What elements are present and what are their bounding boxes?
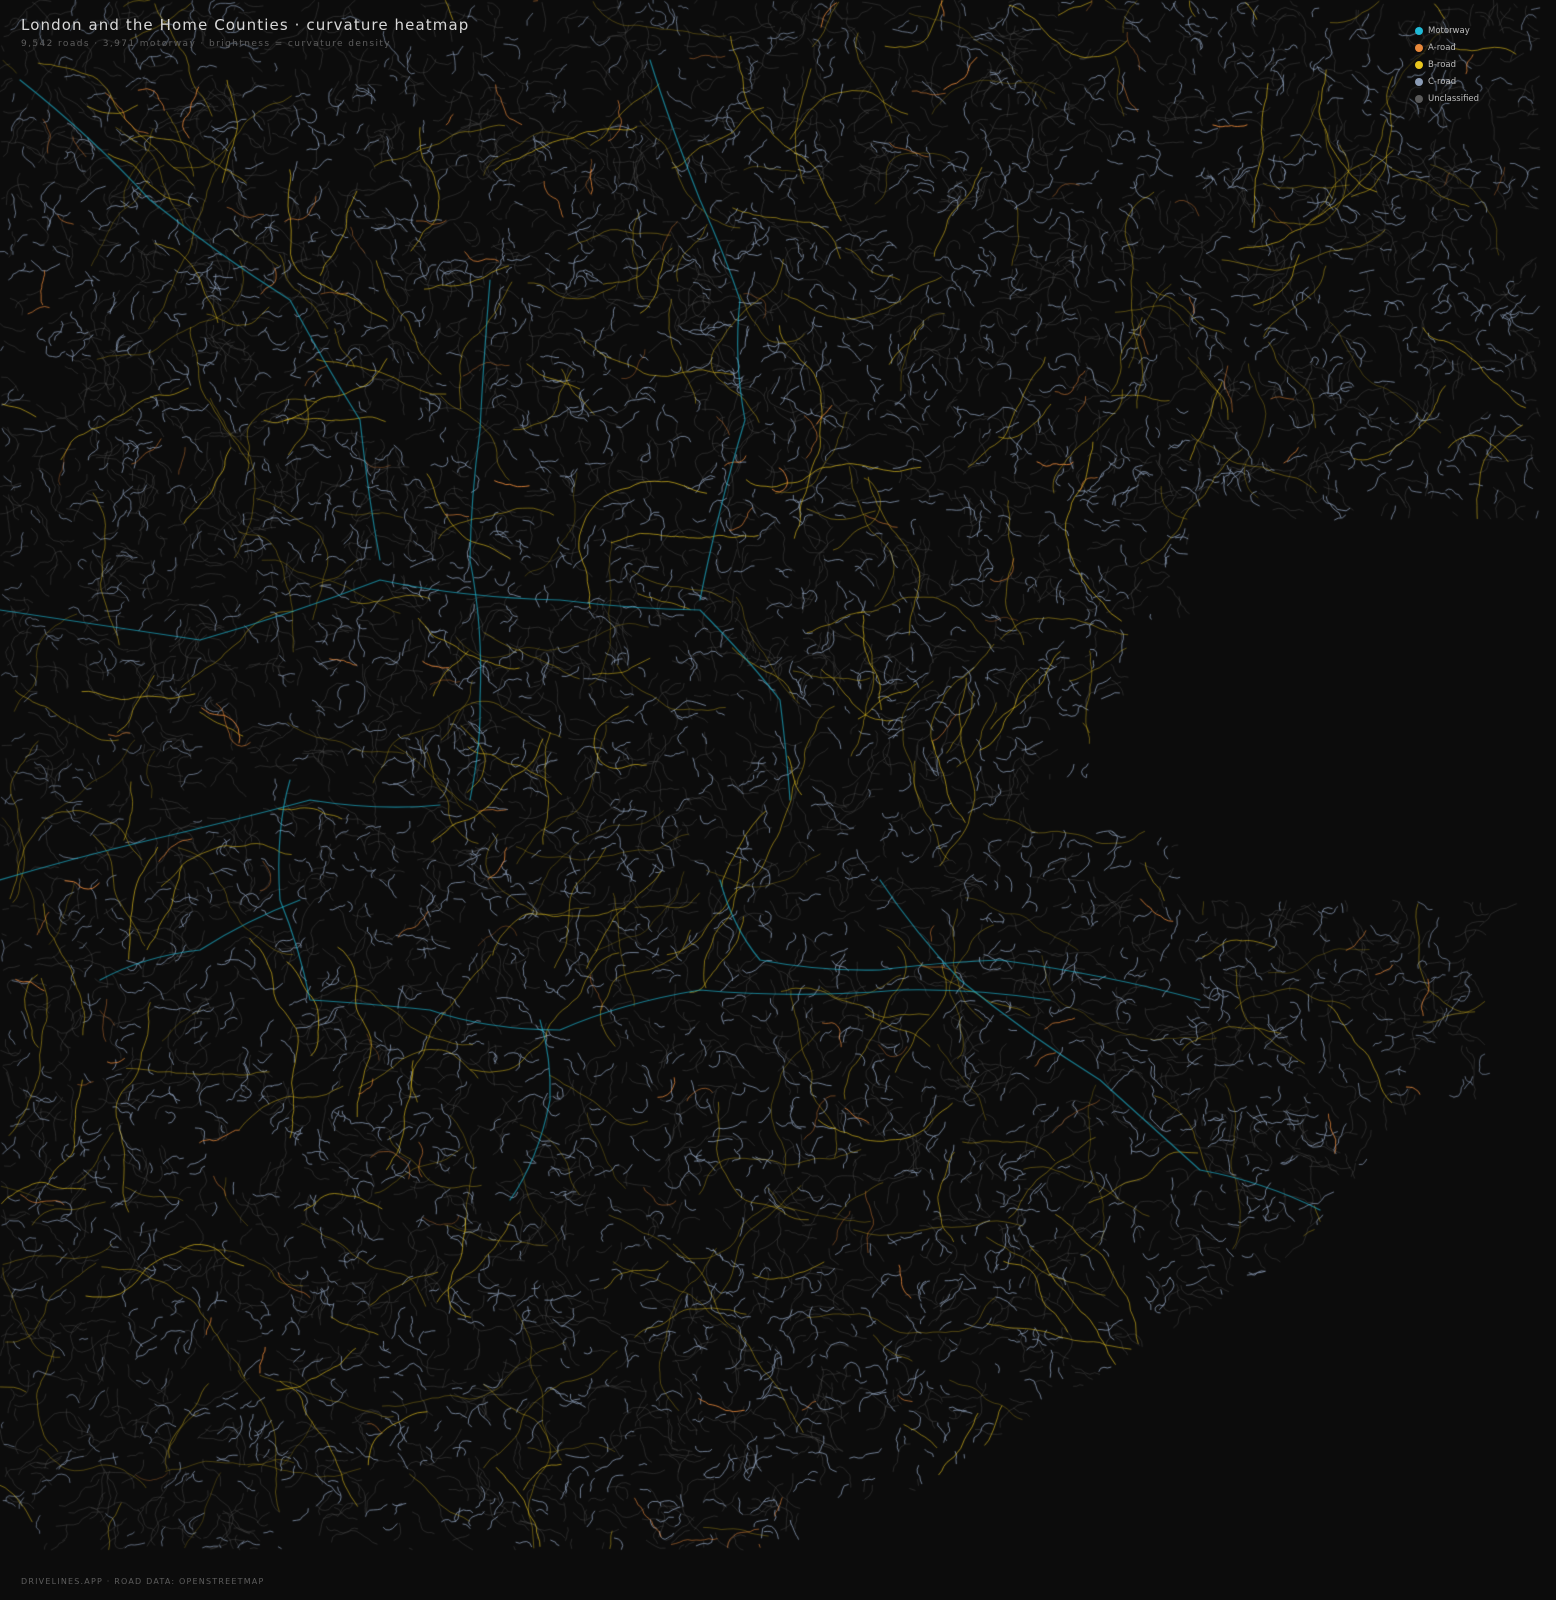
legend-label: B-road [1428,59,1457,70]
legend-label: Unclassified [1428,93,1480,104]
a-road-dot-icon [1415,43,1423,52]
motorway-dot-icon [1415,26,1423,35]
legend-label: A-road [1428,42,1456,53]
b-road-dot-icon [1415,60,1423,69]
legend-item-unclassified: Unclassified [1415,90,1479,107]
header: London and the Home Counties · curvature… [21,16,469,49]
road-network-map[interactable] [0,0,1556,1600]
legend-label: Motorway [1428,25,1470,36]
c-road-dot-icon [1415,77,1423,86]
legend-item-c-road: C-road [1415,73,1479,90]
map-title: London and the Home Counties · curvature… [21,16,470,34]
legend-item-b-road: B-road [1415,56,1479,73]
map-subtitle: 9,542 roads · 3,971 motorway · brightnes… [21,39,392,49]
legend-label: C-road [1428,76,1457,87]
legend: Motorway A-road B-road C-road Unclassifi… [1415,22,1479,107]
legend-item-motorway: Motorway [1415,22,1479,39]
legend-item-a-road: A-road [1415,39,1479,56]
footer-credit: DRIVELINES.APP · ROAD DATA: OPENSTREETMA… [21,1577,265,1586]
unclassified-dot-icon [1415,94,1423,103]
